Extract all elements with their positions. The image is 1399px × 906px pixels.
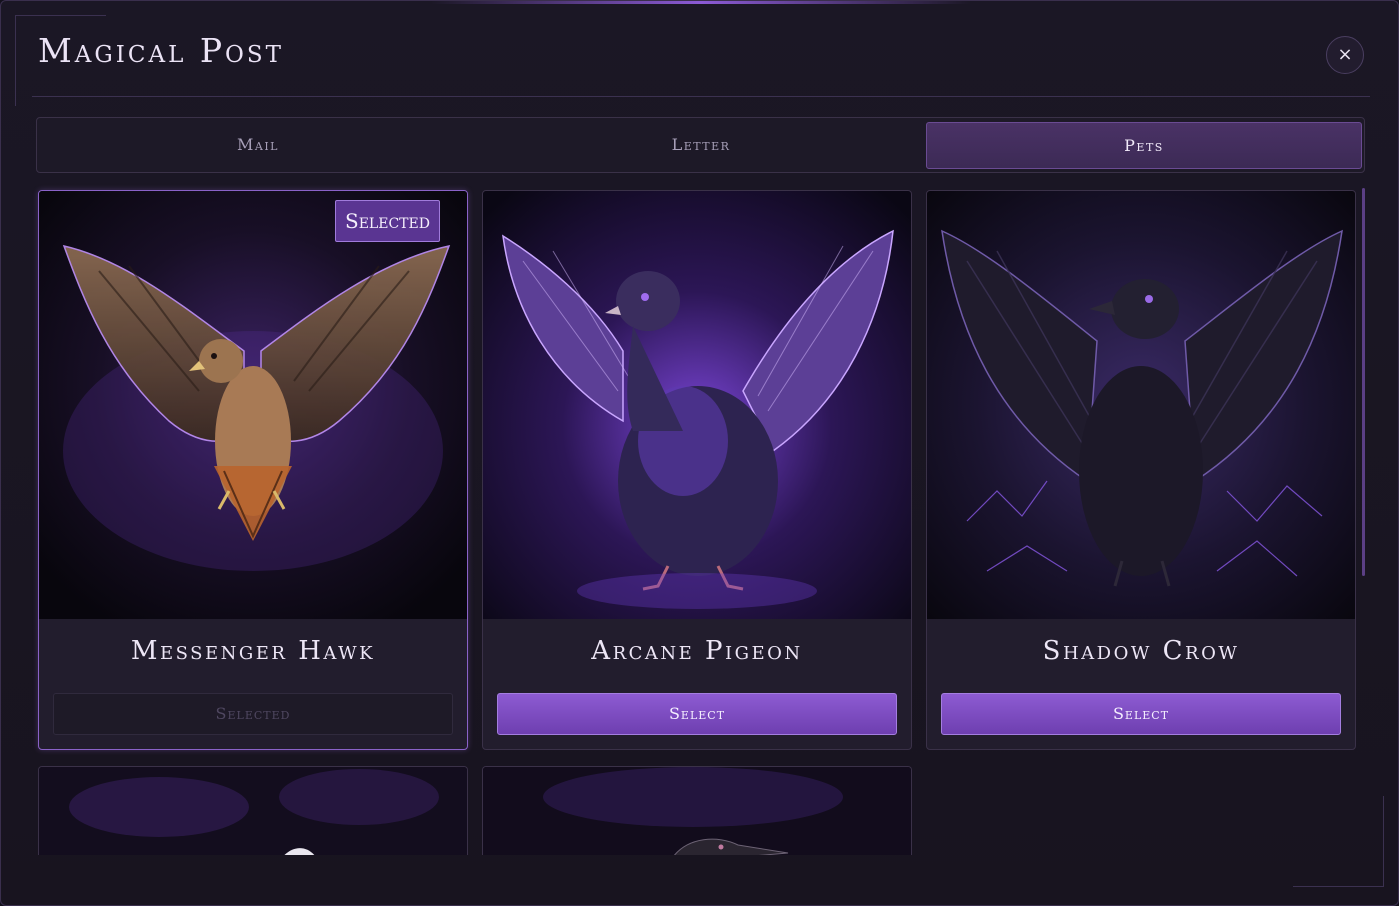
window-title: Magical Post — [38, 31, 284, 70]
selected-badge: Selected — [335, 200, 440, 242]
pet-name: Arcane Pigeon — [591, 636, 803, 666]
pigeon-illustration — [483, 191, 911, 619]
crow-illustration — [927, 191, 1355, 619]
pet-card-partial[interactable] — [38, 766, 468, 855]
selected-button: Selected — [53, 693, 453, 735]
cormorant-illustration — [483, 767, 911, 855]
pet-card-messenger-hawk[interactable]: Selected Messenger Hawk Selected — [38, 190, 468, 750]
tab-pets[interactable]: Pets — [926, 122, 1362, 169]
header-divider — [32, 96, 1370, 97]
owl-illustration — [39, 767, 467, 855]
pet-card-arcane-pigeon[interactable]: Arcane Pigeon Select — [482, 190, 912, 750]
pet-name: Shadow Crow — [1042, 636, 1240, 666]
pet-name: Messenger Hawk — [130, 636, 376, 666]
select-button[interactable]: Select — [941, 693, 1341, 735]
magical-post-window: Magical Post × Mail Letter Pets Selected… — [0, 0, 1399, 906]
tab-letter[interactable]: Letter — [484, 122, 918, 167]
hawk-illustration — [39, 191, 467, 619]
pet-card-partial[interactable] — [482, 766, 912, 855]
close-button[interactable]: × — [1326, 36, 1364, 74]
tab-bar: Mail Letter Pets — [36, 117, 1365, 173]
select-button[interactable]: Select — [497, 693, 897, 735]
pet-grid: Selected Messenger Hawk Selected Arcane … — [32, 183, 1368, 855]
top-glow — [431, 1, 971, 4]
pet-card-shadow-crow[interactable]: Shadow Crow Select — [926, 190, 1356, 750]
tab-mail[interactable]: Mail — [41, 122, 475, 167]
